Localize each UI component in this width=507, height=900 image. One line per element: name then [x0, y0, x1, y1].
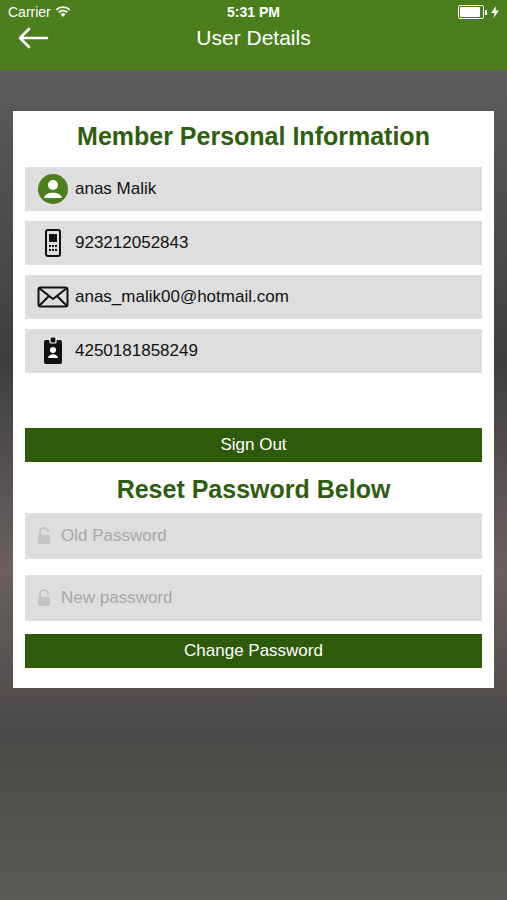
info-row: anas_malik00@hotmail.com	[25, 275, 482, 319]
lock-icon	[37, 527, 51, 545]
password-field[interactable]	[25, 513, 482, 559]
info-row: anas Malik	[25, 167, 482, 211]
nav-bar: User Details	[0, 24, 507, 52]
battery-icon	[458, 5, 484, 19]
header: Carrier 5:31 PM User Details	[0, 0, 507, 70]
mobile-phone-icon	[44, 229, 62, 257]
back-arrow-icon[interactable]	[17, 27, 49, 49]
sign-out-button[interactable]: Sign Out	[25, 428, 482, 462]
password-field[interactable]	[25, 575, 482, 621]
info-value: anas_malik00@hotmail.com	[75, 287, 289, 307]
time-label: 5:31 PM	[227, 4, 280, 20]
password-input[interactable]	[59, 525, 472, 547]
change-password-button[interactable]: Change Password	[25, 634, 482, 668]
info-value: 923212052843	[75, 233, 188, 253]
user-card: Member Personal Information anas Malik 923…	[13, 111, 494, 688]
lock-icon	[37, 589, 51, 607]
nav-title: User Details	[196, 26, 310, 50]
id-badge-icon	[43, 337, 63, 365]
profile-title: Member Personal Information	[25, 121, 482, 151]
info-value: 4250181858249	[75, 341, 198, 361]
envelope-icon	[37, 286, 69, 308]
reset-title: Reset Password Below	[25, 474, 482, 504]
info-row: 4250181858249	[25, 329, 482, 373]
screen: Carrier 5:31 PM User Details Member Persona…	[0, 0, 507, 900]
user-icon	[38, 174, 68, 204]
charging-bolt-icon	[491, 6, 499, 18]
status-bar: Carrier 5:31 PM	[0, 0, 507, 24]
background-photo: Member Personal Information anas Malik 923…	[0, 70, 507, 900]
wifi-icon	[55, 6, 71, 18]
info-row: 923212052843	[25, 221, 482, 265]
carrier-label: Carrier	[8, 4, 51, 20]
info-value: anas Malik	[75, 179, 156, 199]
password-input[interactable]	[59, 587, 472, 609]
